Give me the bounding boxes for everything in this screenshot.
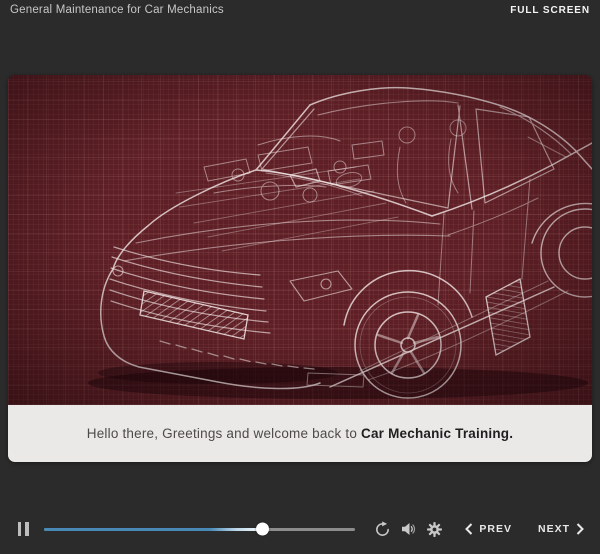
caption-text: Hello there, Greetings and welcome back … (87, 426, 513, 441)
replay-button[interactable] (369, 516, 395, 542)
pause-button[interactable] (12, 516, 34, 542)
next-button[interactable]: NEXT (534, 517, 588, 541)
slide-stage (8, 75, 592, 405)
settings-button[interactable] (421, 516, 447, 542)
prev-button[interactable]: PREV (461, 517, 516, 541)
player-controls: PREV NEXT (0, 507, 600, 551)
full-screen-button[interactable]: FULL SCREEN (510, 5, 590, 16)
course-title: General Maintenance for Car Mechanics (10, 4, 224, 16)
chevron-right-icon (576, 523, 584, 535)
settings-gear-icon (426, 521, 442, 537)
seekbar-handle[interactable] (255, 522, 269, 536)
volume-icon (402, 523, 416, 535)
caption-text-bold: Car Mechanic Training. (361, 426, 514, 441)
seekbar-fill (44, 522, 269, 536)
pause-icon (17, 522, 29, 536)
replay-icon (375, 520, 389, 536)
caption-text-regular: Hello there, Greetings and welcome back … (86, 426, 362, 441)
car-blueprint-illustration (88, 86, 592, 399)
seekbar-track (44, 522, 356, 536)
slide: Hello there, Greetings and welcome back … (8, 75, 592, 462)
top-bar: General Maintenance for Car Mechanics FU… (0, 0, 600, 24)
prev-label: PREV (479, 523, 512, 535)
volume-button[interactable] (395, 516, 421, 542)
chevron-left-icon (465, 523, 473, 535)
next-label: NEXT (537, 523, 570, 535)
seekbar[interactable] (44, 522, 356, 536)
caption-bar: Hello there, Greetings and welcome back … (8, 405, 592, 462)
